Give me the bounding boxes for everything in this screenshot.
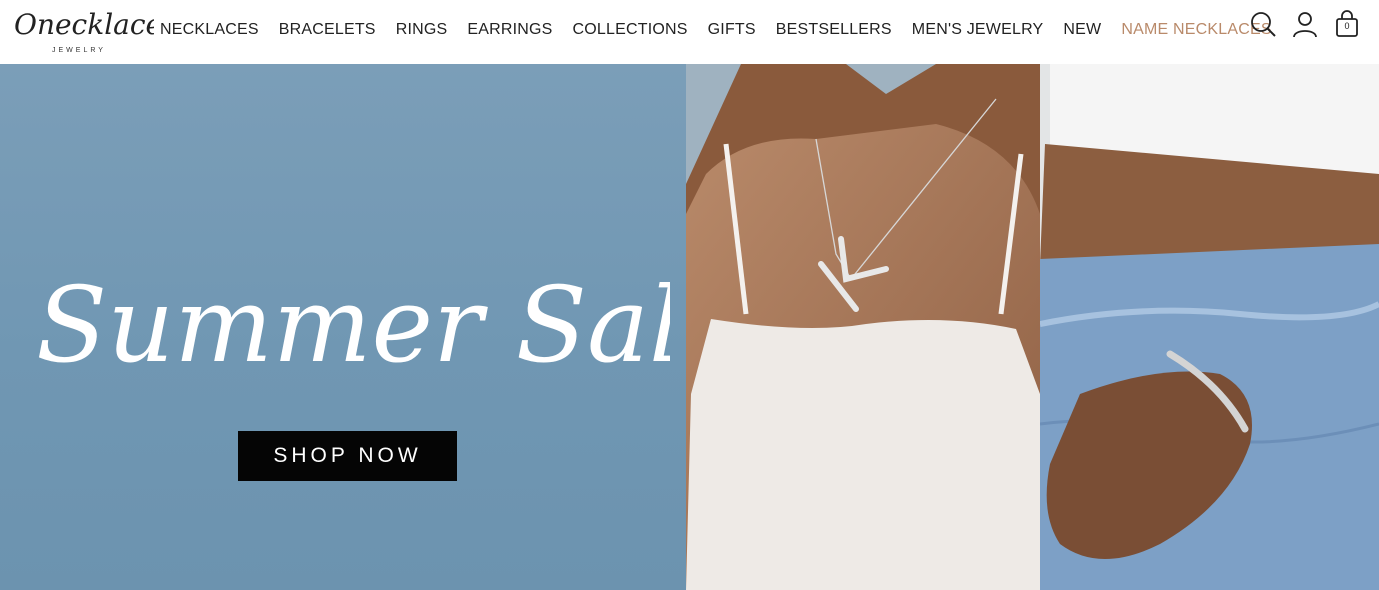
search-icon[interactable]: [1249, 8, 1277, 40]
nav-item-necklaces[interactable]: NECKLACES: [150, 21, 269, 39]
hero-banner: Summer Sale SHOP NOW: [0, 64, 1379, 590]
nav-item-rings[interactable]: RINGS: [386, 21, 458, 39]
hero-promo-panel[interactable]: Summer Sale SHOP NOW: [0, 64, 744, 590]
logo-script: Onecklace: [14, 8, 154, 41]
logo-subtext: JEWELRY: [52, 47, 106, 54]
site-header: Onecklace JEWELRY NECKLACES BRACELETS RI…: [0, 0, 1379, 64]
nav-item-bestsellers[interactable]: BESTSELLERS: [766, 21, 902, 39]
nav-item-earrings[interactable]: EARRINGS: [457, 21, 562, 39]
svg-text:Onecklace: Onecklace: [14, 8, 154, 41]
hero-title: Summer Sale: [30, 239, 744, 409]
shopping-bag-icon[interactable]: 0: [1333, 8, 1361, 40]
svg-text:Summer Sale: Summer Sale: [36, 264, 670, 386]
nav-item-gifts[interactable]: GIFTS: [698, 21, 766, 39]
nav-item-mens-jewelry[interactable]: MEN'S JEWELRY: [902, 21, 1054, 39]
shop-now-button[interactable]: SHOP NOW: [238, 431, 457, 481]
nav-item-bracelets[interactable]: BRACELETS: [269, 21, 386, 39]
user-icon[interactable]: [1291, 8, 1319, 40]
nav-item-new[interactable]: NEW: [1053, 21, 1111, 39]
model-name-bracelet-photo[interactable]: [1040, 64, 1379, 590]
brand-logo[interactable]: Onecklace JEWELRY: [12, 4, 154, 58]
cart-count: 0: [1344, 21, 1350, 31]
model-initial-necklace-photo[interactable]: [686, 64, 1040, 590]
main-nav: NECKLACES BRACELETS RINGS EARRINGS COLLE…: [150, 0, 1282, 60]
nav-item-collections[interactable]: COLLECTIONS: [563, 21, 698, 39]
header-icons: 0: [1249, 8, 1361, 40]
